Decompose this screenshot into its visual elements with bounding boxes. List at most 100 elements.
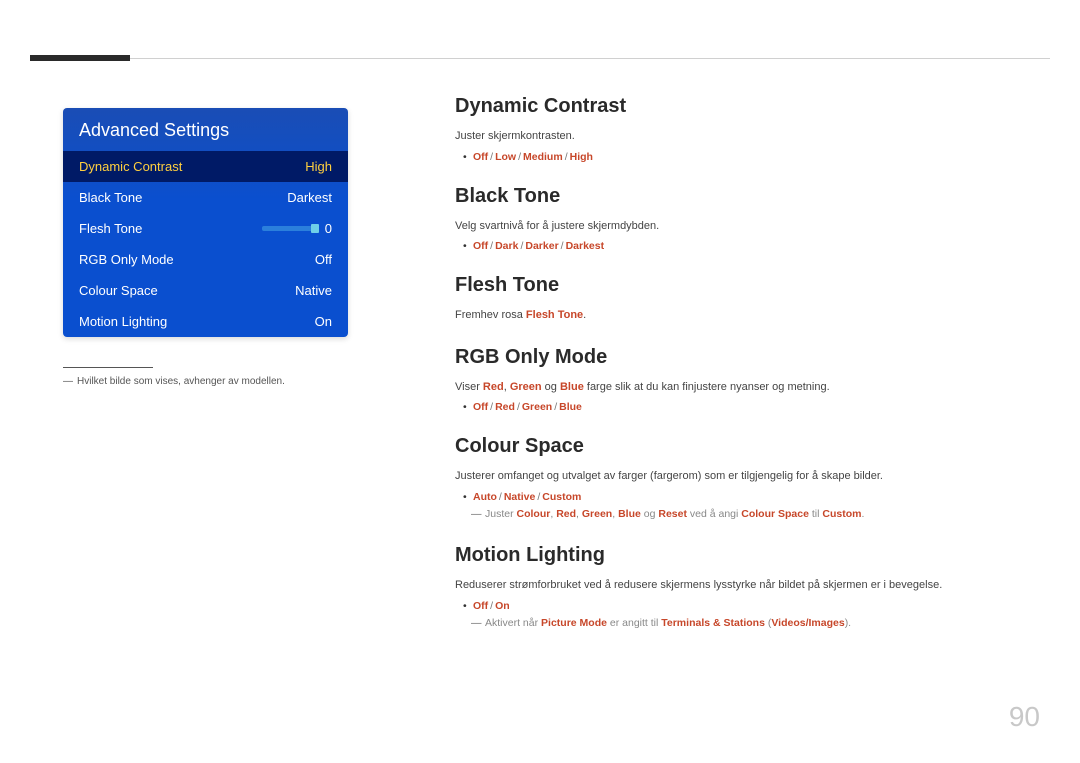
- section-heading: Dynamic Contrast: [455, 95, 1030, 118]
- section-desc: Reduserer strømforbruket ved å redusere …: [455, 577, 1030, 594]
- section-options: Off/Red/Green/Blue: [455, 401, 1030, 413]
- section-desc: Velg svartnivå for å justere skjermdybde…: [455, 218, 1030, 235]
- opt: On: [495, 600, 510, 612]
- advanced-settings-panel: Advanced Settings Dynamic Contrast High …: [63, 108, 348, 337]
- text-bold: Picture Mode: [541, 617, 607, 629]
- text-bold: Blue: [560, 381, 584, 393]
- opt: Off: [473, 600, 488, 612]
- opt: High: [570, 151, 593, 163]
- right-column: Dynamic Contrast Juster skjermkontrasten…: [455, 95, 1030, 654]
- text-bold: Custom: [822, 508, 861, 520]
- row-label: RGB Only Mode: [79, 252, 174, 267]
- text-bold: Green: [510, 381, 542, 393]
- text: Aktivert når: [485, 617, 541, 629]
- text: Fremhev rosa: [455, 309, 526, 321]
- text: og: [641, 508, 659, 520]
- slider-track[interactable]: [262, 226, 317, 231]
- row-value: High: [305, 159, 332, 174]
- opt: Native: [504, 491, 536, 503]
- text: og: [542, 381, 560, 393]
- row-value: Darkest: [287, 190, 332, 205]
- header-accent-tab: [30, 55, 130, 61]
- opt: Off: [473, 240, 488, 252]
- text-bold: Blue: [618, 508, 641, 520]
- section-heading: Flesh Tone: [455, 274, 1030, 297]
- row-slider-group: 0: [262, 221, 332, 236]
- text: Juster: [485, 508, 517, 520]
- section-note: ― Juster Colour, Red, Green, Blue og Res…: [455, 507, 1030, 523]
- panel-row-dynamic-contrast[interactable]: Dynamic Contrast High: [63, 151, 348, 182]
- section-black-tone: Black Tone Velg svartnivå for å justere …: [455, 185, 1030, 253]
- footnote-text: ― Hvilket bilde som vises, avhenger av mo…: [63, 376, 348, 387]
- section-options: Off/Dark/Darker/Darkest: [455, 240, 1030, 252]
- opt: Low: [495, 151, 516, 163]
- page-number: 90: [1009, 701, 1040, 733]
- section-heading: Black Tone: [455, 185, 1030, 208]
- panel-row-motion-lighting[interactable]: Motion Lighting On: [63, 306, 348, 337]
- row-label: Motion Lighting: [79, 314, 167, 329]
- section-desc: Juster skjermkontrasten.: [455, 128, 1030, 145]
- text-bold: Red: [483, 381, 504, 393]
- opt: Custom: [542, 491, 581, 503]
- section-desc: Viser Red, Green og Blue farge slik at d…: [455, 379, 1030, 396]
- text: farge slik at du kan finjustere nyanser …: [584, 381, 830, 393]
- section-flesh-tone: Flesh Tone Fremhev rosa Flesh Tone.: [455, 274, 1030, 324]
- dash-icon: ―: [471, 507, 482, 523]
- text: ved å angi: [687, 508, 741, 520]
- row-label: Black Tone: [79, 190, 142, 205]
- section-heading: RGB Only Mode: [455, 346, 1030, 369]
- section-options: Off/On: [455, 600, 1030, 612]
- section-options: Auto/Native/Custom: [455, 491, 1030, 503]
- text-bold: Videos/Images: [771, 617, 844, 629]
- text: .: [861, 508, 864, 520]
- header-divider: [30, 58, 1050, 59]
- opt: Blue: [559, 401, 582, 413]
- opt: Off: [473, 401, 488, 413]
- text-bold: Terminals & Stations: [661, 617, 765, 629]
- dash-icon: ―: [63, 376, 73, 387]
- section-note: ― Aktivert når Picture Mode er angitt ti…: [455, 616, 1030, 632]
- section-dynamic-contrast: Dynamic Contrast Juster skjermkontrasten…: [455, 95, 1030, 163]
- row-label: Flesh Tone: [79, 221, 142, 236]
- text: er angitt til: [607, 617, 661, 629]
- text-bold: Reset: [658, 508, 687, 520]
- footnote-separator: [63, 367, 153, 368]
- section-heading: Colour Space: [455, 435, 1030, 458]
- text-bold: Colour Space: [741, 508, 809, 520]
- text: .: [583, 309, 586, 321]
- row-value: Off: [315, 252, 332, 267]
- opt: Darkest: [566, 240, 605, 252]
- section-rgb-only: RGB Only Mode Viser Red, Green og Blue f…: [455, 346, 1030, 414]
- section-desc: Justerer omfanget og utvalget av farger …: [455, 468, 1030, 485]
- text-bold: Green: [582, 508, 612, 520]
- row-label: Dynamic Contrast: [79, 159, 182, 174]
- text-bold: Flesh Tone: [526, 309, 583, 321]
- opt: Medium: [523, 151, 563, 163]
- opt: Darker: [525, 240, 558, 252]
- text-bold: Colour: [517, 508, 551, 520]
- section-heading: Motion Lighting: [455, 544, 1030, 567]
- opt: Dark: [495, 240, 518, 252]
- section-colour-space: Colour Space Justerer omfanget og utvalg…: [455, 435, 1030, 522]
- section-desc: Fremhev rosa Flesh Tone.: [455, 307, 1030, 324]
- panel-row-black-tone[interactable]: Black Tone Darkest: [63, 182, 348, 213]
- dash-icon: ―: [471, 616, 482, 632]
- text: ).: [845, 617, 851, 629]
- left-column: Advanced Settings Dynamic Contrast High …: [63, 108, 348, 387]
- opt: Auto: [473, 491, 497, 503]
- text-bold: Red: [556, 508, 576, 520]
- panel-title: Advanced Settings: [63, 108, 348, 151]
- text: Viser: [455, 381, 483, 393]
- section-options: Off/Low/Medium/High: [455, 151, 1030, 163]
- row-value: 0: [325, 221, 332, 236]
- panel-row-rgb-only[interactable]: RGB Only Mode Off: [63, 244, 348, 275]
- opt: Off: [473, 151, 488, 163]
- opt: Green: [522, 401, 552, 413]
- panel-row-flesh-tone[interactable]: Flesh Tone 0: [63, 213, 348, 244]
- row-value: On: [315, 314, 332, 329]
- footnote-content: Hvilket bilde som vises, avhenger av mod…: [77, 376, 285, 387]
- panel-row-colour-space[interactable]: Colour Space Native: [63, 275, 348, 306]
- opt: Red: [495, 401, 515, 413]
- row-label: Colour Space: [79, 283, 158, 298]
- section-motion-lighting: Motion Lighting Reduserer strømforbruket…: [455, 544, 1030, 631]
